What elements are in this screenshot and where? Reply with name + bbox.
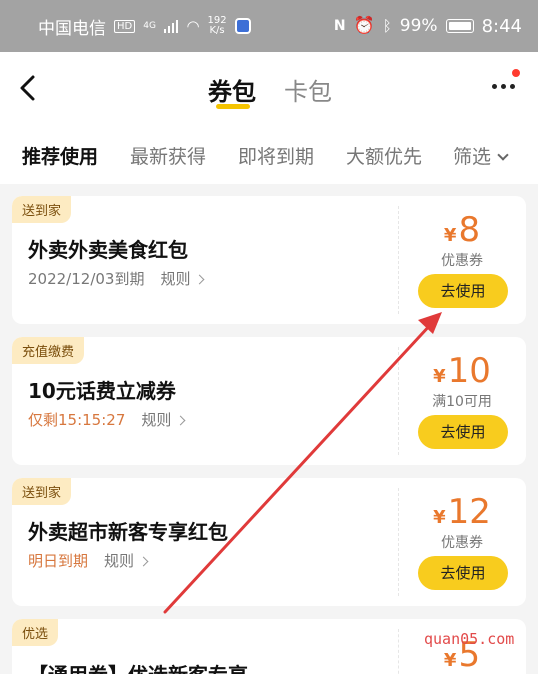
coupon-price: ¥12 (433, 492, 491, 532)
nfc-icon: N (333, 18, 346, 34)
filter-screen[interactable]: 筛选 (453, 142, 509, 169)
coupon-tag: 充值缴费 (12, 337, 85, 364)
clock-time: 8:44 (481, 15, 522, 37)
use-coupon-button[interactable]: 去使用 (418, 415, 508, 449)
coupon-expiry: 仅剩15:15:27 (28, 411, 126, 429)
watermark-text: quan05.com (424, 630, 515, 648)
status-bar: 中国电信 HD 4G ◠ 192 K/s N ⏰ ᛒ 99% 8:44 (0, 0, 538, 52)
coupon-title: 外卖外卖美食红包 (28, 238, 188, 262)
network-speed: 192 K/s (207, 15, 227, 36)
coupon-price: ¥8 (443, 210, 481, 250)
coupon-meta: 2022/12/03到期 规则 (28, 268, 205, 289)
battery-icon (445, 19, 474, 33)
network-type: 4G (143, 21, 156, 31)
use-coupon-button[interactable]: 去使用 (418, 274, 508, 308)
chevron-right-icon (175, 415, 186, 426)
more-menu-icon[interactable] (492, 84, 515, 89)
coupon-rules-link[interactable]: 规则 (141, 409, 186, 430)
filter-recommended[interactable]: 推荐使用 (22, 142, 98, 169)
coupon-expiry: 明日到期 (28, 552, 89, 570)
wifi-icon: ◠ (186, 17, 200, 35)
coupon-title: 【通用券】优选新客专享 (28, 659, 248, 674)
coupon-tag: 送到家 (12, 196, 72, 223)
coupon-rules-link[interactable]: 规则 (104, 550, 149, 571)
back-arrow-icon[interactable] (18, 74, 38, 102)
chevron-down-icon (497, 149, 509, 161)
coupon-condition: 优惠券 (441, 253, 483, 269)
coupon-card[interactable]: 送到家 外卖外卖美食红包 2022/12/03到期 规则 ¥8 优惠券 去使用 (12, 196, 526, 324)
use-coupon-button[interactable]: 去使用 (418, 556, 508, 590)
page-header: 券包 卡包 (0, 52, 538, 132)
bluetooth-icon: ᛒ (382, 17, 392, 35)
alarm-icon: ⏰ (353, 16, 375, 36)
carrier-name: 中国电信 (38, 18, 106, 39)
coupon-condition: 优惠券 (441, 535, 483, 551)
signal-icon (163, 19, 179, 33)
app-notification-icon (234, 18, 251, 34)
coupon-card[interactable]: 充值缴费 10元话费立减券 仅剩15:15:27 规则 ¥10 满10可用 去使… (12, 337, 526, 465)
coupon-tag: 优选 (12, 619, 59, 646)
coupon-rules-link[interactable]: 规则 (160, 268, 205, 289)
filter-expiring[interactable]: 即将到期 (238, 142, 314, 169)
filter-large-amount[interactable]: 大额优先 (346, 142, 422, 169)
tab-coupons[interactable]: 券包 (208, 72, 256, 107)
coupon-price: ¥10 (433, 351, 491, 391)
tab-cards[interactable]: 卡包 (284, 72, 332, 107)
filter-newest[interactable]: 最新获得 (130, 142, 206, 169)
filter-bar: 推荐使用 最新获得 即将到期 大额优先 筛选 (0, 132, 538, 184)
coupon-tag: 送到家 (12, 478, 72, 505)
coupon-meta: 仅剩15:15:27 规则 (28, 409, 186, 430)
hd-badge: HD (114, 19, 136, 33)
chevron-right-icon (195, 274, 205, 285)
coupon-title: 外卖超市新客专享红包 (28, 520, 228, 544)
notification-dot (512, 69, 520, 77)
chevron-right-icon (138, 556, 149, 567)
active-tab-indicator (216, 104, 250, 109)
coupon-expiry: 2022/12/03到期 (28, 270, 145, 288)
coupon-meta: 明日到期 规则 (28, 550, 149, 571)
coupon-title: 10元话费立减券 (28, 379, 176, 403)
coupon-card[interactable]: 送到家 外卖超市新客专享红包 明日到期 规则 ¥12 优惠券 去使用 (12, 478, 526, 606)
battery-percent: 99% (399, 16, 438, 36)
coupon-condition: 满10可用 (432, 394, 492, 410)
